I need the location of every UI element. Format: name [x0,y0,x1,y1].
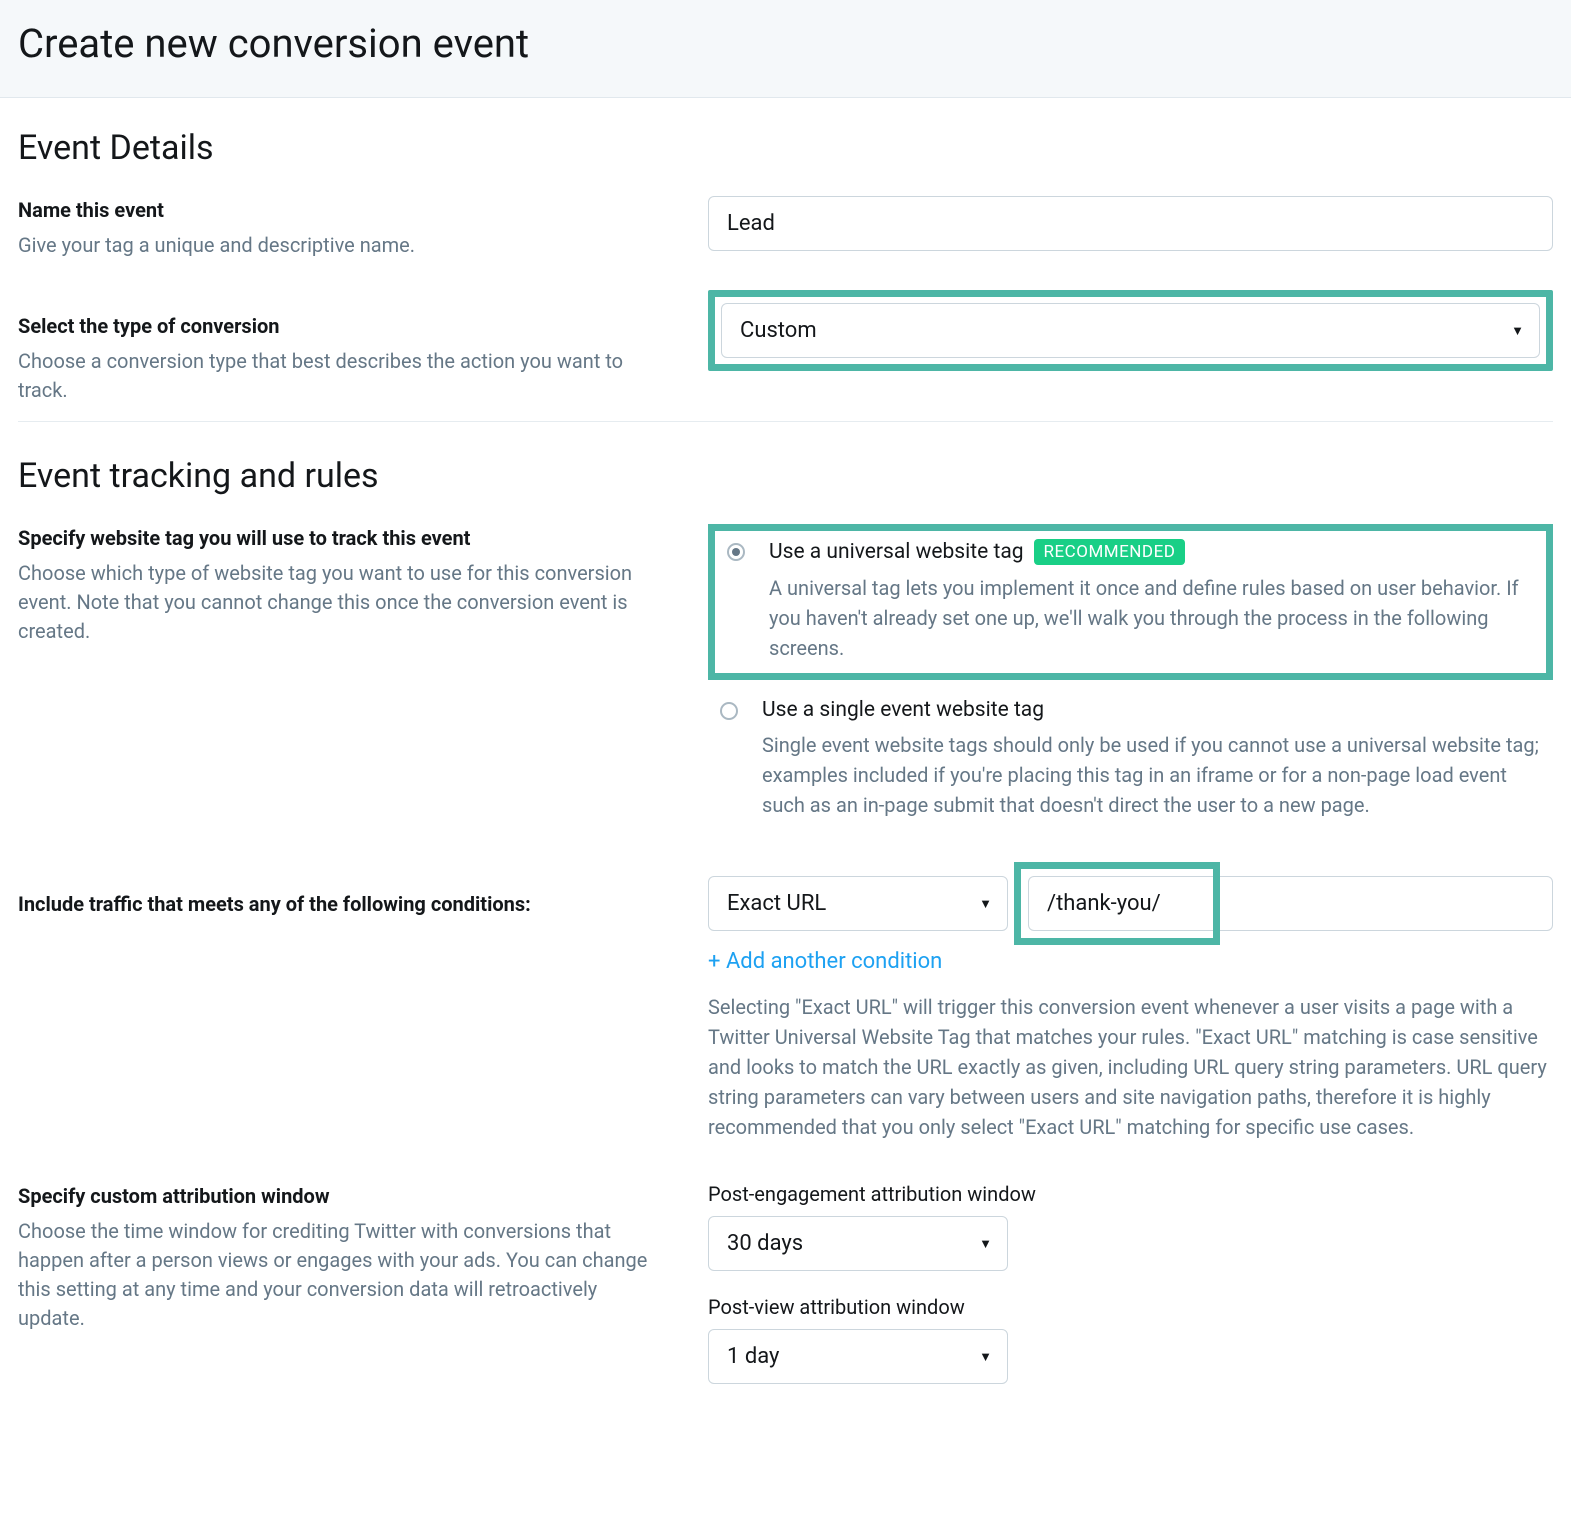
single-tag-option[interactable]: Use a single event website tag Single ev… [708,698,1553,820]
tag-choice-help: Choose which type of website tag you wan… [18,559,648,646]
radio-selected-icon [727,543,745,561]
universal-tag-label: Use a universal website tag [769,540,1024,564]
add-condition-link[interactable]: + Add another condition [708,949,942,974]
conditions-help-text: Selecting "Exact URL" will trigger this … [708,992,1553,1142]
post-view-select[interactable]: 1 day [708,1329,1008,1384]
recommended-badge: RECOMMENDED [1034,539,1186,565]
conversion-type-help: Choose a conversion type that best descr… [18,347,648,405]
post-engagement-select[interactable]: 30 days [708,1216,1008,1271]
attribution-label: Specify custom attribution window [18,1182,648,1211]
universal-tag-desc: A universal tag lets you implement it on… [769,573,1534,663]
single-tag-label: Use a single event website tag [762,698,1044,722]
condition-url-input[interactable] [1028,876,1553,931]
single-tag-desc: Single event website tags should only be… [762,730,1541,820]
section-divider [18,421,1553,422]
conditions-label: Include traffic that meets any of the fo… [18,890,648,919]
event-name-input[interactable] [708,196,1553,251]
tag-choice-label: Specify website tag you will use to trac… [18,524,648,553]
conversion-type-select[interactable]: Custom [721,303,1540,358]
post-engagement-label: Post-engagement attribution window [708,1182,1553,1206]
radio-unselected-icon [720,702,738,720]
name-event-help: Give your tag a unique and descriptive n… [18,231,648,260]
section-title-event-details: Event Details [18,128,1553,168]
conversion-type-highlight: Custom ▼ [708,290,1553,371]
page-header: Create new conversion event [0,0,1571,98]
section-title-tracking: Event tracking and rules [18,456,1553,496]
conversion-type-label: Select the type of conversion [18,312,648,341]
post-view-label: Post-view attribution window [708,1295,1553,1319]
universal-tag-highlight: Use a universal website tag RECOMMENDED … [708,524,1553,680]
name-event-label: Name this event [18,196,648,225]
universal-tag-option[interactable]: Use a universal website tag RECOMMENDED … [727,539,1534,663]
attribution-help: Choose the time window for crediting Twi… [18,1217,648,1333]
page-title: Create new conversion event [18,20,1553,67]
condition-match-type-select[interactable]: Exact URL [708,876,1008,931]
